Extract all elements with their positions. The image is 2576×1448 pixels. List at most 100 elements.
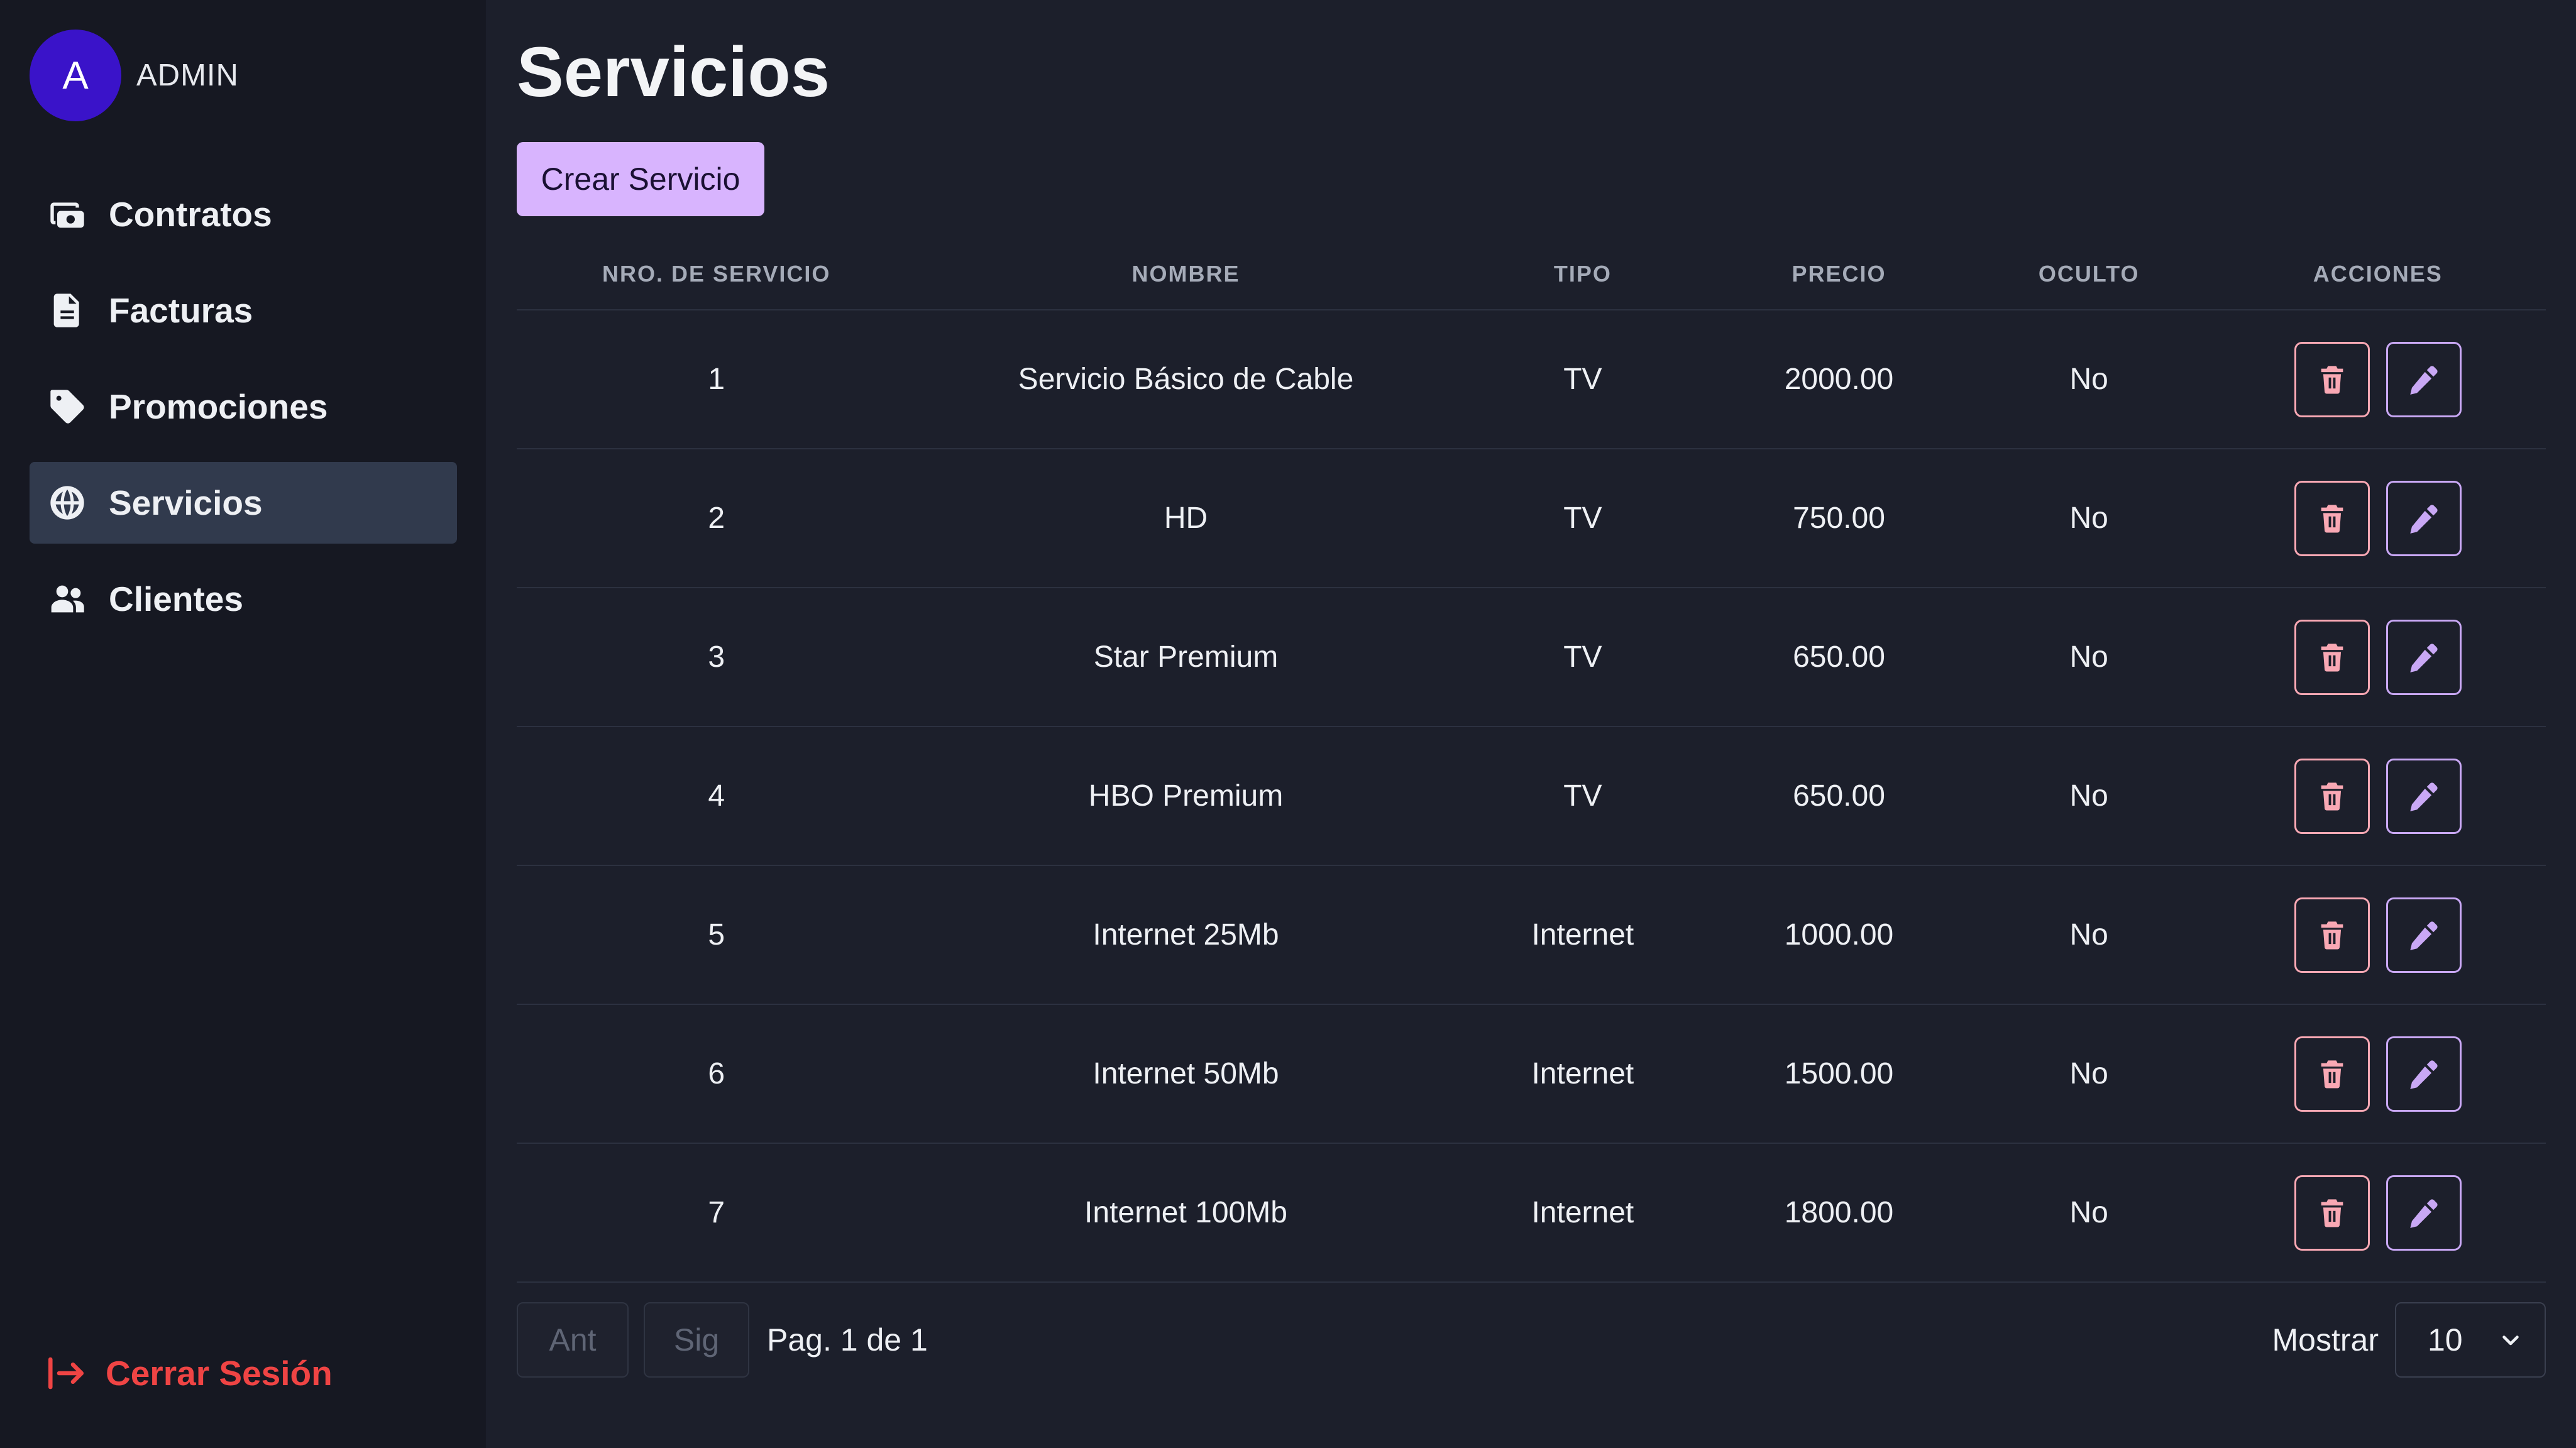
cell-type: Internet xyxy=(1455,1143,1710,1283)
cell-price: 2000.00 xyxy=(1710,310,1968,449)
table-row: 5 Internet 25Mb Internet 1000.00 No xyxy=(517,865,2546,1005)
cell-price: 650.00 xyxy=(1710,588,1968,727)
users-icon xyxy=(47,579,87,619)
cell-actions xyxy=(2210,588,2546,727)
pencil-icon xyxy=(2408,919,2440,952)
cell-id: 2 xyxy=(517,449,916,588)
cell-hidden: No xyxy=(1968,1004,2210,1144)
delete-button[interactable] xyxy=(2294,1036,2370,1112)
column-header-type: TIPO xyxy=(1455,239,1710,310)
table-row: 4 HBO Premium TV 650.00 No xyxy=(517,727,2546,866)
prev-page-button[interactable]: Ant xyxy=(517,1302,629,1378)
globe-icon xyxy=(47,483,87,523)
cell-id: 6 xyxy=(517,1004,916,1144)
edit-button[interactable] xyxy=(2386,341,2462,417)
cell-id: 5 xyxy=(517,865,916,1005)
sidebar-item-promociones[interactable]: Promociones xyxy=(30,366,457,447)
delete-button[interactable] xyxy=(2294,1175,2370,1251)
column-header-name: NOMBRE xyxy=(916,239,1456,310)
username: ADMIN xyxy=(136,58,239,92)
cell-name: HD xyxy=(916,449,1456,588)
pencil-icon xyxy=(2408,1058,2440,1090)
cell-type: TV xyxy=(1455,588,1710,727)
page-size-control: Mostrar 10 xyxy=(2272,1302,2546,1378)
cell-actions xyxy=(2210,1143,2546,1283)
cell-id: 1 xyxy=(517,310,916,449)
page-size-value: 10 xyxy=(2428,1322,2463,1358)
table-header-row: NRO. DE SERVICIO NOMBRE TIPO PRECIO OCUL… xyxy=(517,239,2546,310)
table-row: 1 Servicio Básico de Cable TV 2000.00 No xyxy=(517,310,2546,449)
cell-hidden: No xyxy=(1968,449,2210,588)
cell-type: Internet xyxy=(1455,865,1710,1005)
cell-type: Internet xyxy=(1455,1004,1710,1144)
sidebar-item-clientes[interactable]: Clientes xyxy=(30,558,457,640)
table-row: 2 HD TV 750.00 No xyxy=(517,449,2546,588)
sidebar-nav: Contratos Facturas Promociones Servicios… xyxy=(30,173,457,654)
page-size-label: Mostrar xyxy=(2272,1322,2379,1358)
sidebar-item-servicios[interactable]: Servicios xyxy=(30,462,457,544)
cell-type: TV xyxy=(1455,449,1710,588)
logout-label: Cerrar Sesión xyxy=(106,1354,333,1393)
cell-actions xyxy=(2210,1004,2546,1144)
cell-type: TV xyxy=(1455,310,1710,449)
cell-name: HBO Premium xyxy=(916,727,1456,866)
trash-icon xyxy=(2316,1058,2348,1090)
cell-actions xyxy=(2210,865,2546,1005)
delete-button[interactable] xyxy=(2294,341,2370,417)
delete-button[interactable] xyxy=(2294,480,2370,556)
sidebar-item-facturas[interactable]: Facturas xyxy=(30,270,457,351)
trash-icon xyxy=(2316,780,2348,813)
edit-button[interactable] xyxy=(2386,480,2462,556)
sidebar-item-contratos[interactable]: Contratos xyxy=(30,173,457,255)
create-service-button[interactable]: Crear Servicio xyxy=(517,142,764,216)
sidebar-item-label: Promociones xyxy=(109,387,328,426)
cell-type: TV xyxy=(1455,727,1710,866)
cell-hidden: No xyxy=(1968,1143,2210,1283)
page-size-select[interactable]: 10 xyxy=(2395,1302,2546,1378)
edit-button[interactable] xyxy=(2386,1036,2462,1112)
row-actions xyxy=(2211,758,2546,834)
pagination: Ant Sig Pag. 1 de 1 xyxy=(517,1302,928,1378)
sidebar-item-label: Clientes xyxy=(109,579,243,618)
contracts-icon xyxy=(47,194,87,234)
avatar: A xyxy=(30,30,121,121)
cell-id: 7 xyxy=(517,1143,916,1283)
cell-actions xyxy=(2210,449,2546,588)
cell-name: Internet 25Mb xyxy=(916,865,1456,1005)
pencil-icon xyxy=(2408,363,2440,396)
sidebar-item-label: Facturas xyxy=(109,291,253,330)
page-info: Pag. 1 de 1 xyxy=(767,1322,928,1358)
edit-button[interactable] xyxy=(2386,897,2462,973)
trash-icon xyxy=(2316,502,2348,535)
services-table: NRO. DE SERVICIO NOMBRE TIPO PRECIO OCUL… xyxy=(517,239,2546,1283)
delete-button[interactable] xyxy=(2294,897,2370,973)
row-actions xyxy=(2211,1175,2546,1251)
invoice-icon xyxy=(47,290,87,331)
row-actions xyxy=(2211,1036,2546,1112)
edit-button[interactable] xyxy=(2386,758,2462,834)
trash-icon xyxy=(2316,1197,2348,1229)
cell-name: Star Premium xyxy=(916,588,1456,727)
next-page-button[interactable]: Sig xyxy=(644,1302,749,1378)
row-actions xyxy=(2211,897,2546,973)
page-title: Servicios xyxy=(517,33,830,111)
edit-button[interactable] xyxy=(2386,619,2462,695)
column-header-id: NRO. DE SERVICIO xyxy=(517,239,916,310)
cell-id: 3 xyxy=(517,588,916,727)
edit-button[interactable] xyxy=(2386,1175,2462,1251)
trash-icon xyxy=(2316,919,2348,952)
cell-hidden: No xyxy=(1968,310,2210,449)
main-content: Servicios Crear Servicio NRO. DE SERVICI… xyxy=(517,0,2546,1448)
logout-button[interactable]: Cerrar Sesión xyxy=(45,1352,333,1394)
delete-button[interactable] xyxy=(2294,619,2370,695)
table-row: 7 Internet 100Mb Internet 1800.00 No xyxy=(517,1143,2546,1283)
table-row: 3 Star Premium TV 650.00 No xyxy=(517,588,2546,727)
row-actions xyxy=(2211,619,2546,695)
cell-name: Internet 100Mb xyxy=(916,1143,1456,1283)
delete-button[interactable] xyxy=(2294,758,2370,834)
table-row: 6 Internet 50Mb Internet 1500.00 No xyxy=(517,1004,2546,1144)
table-body: 1 Servicio Básico de Cable TV 2000.00 No 2 HD T… xyxy=(517,310,2546,1283)
cell-price: 1800.00 xyxy=(1710,1143,1968,1283)
cell-name: Servicio Básico de Cable xyxy=(916,310,1456,449)
pencil-icon xyxy=(2408,641,2440,674)
